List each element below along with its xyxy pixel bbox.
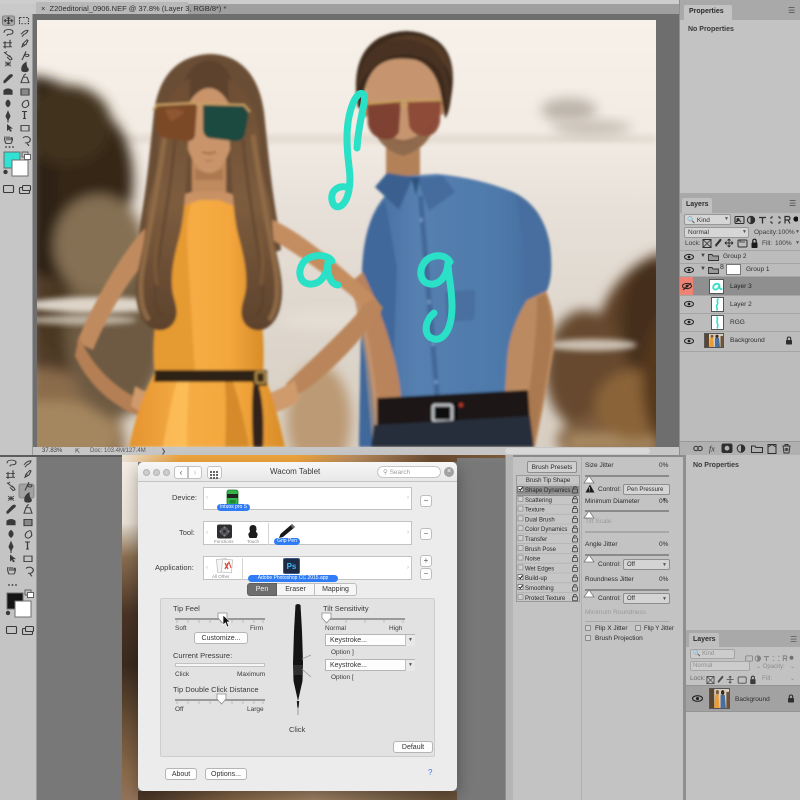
svg-text:Wet Edges: Wet Edges bbox=[525, 566, 554, 572]
svg-text:Noise: Noise bbox=[525, 557, 541, 563]
svg-text:Color Dynamics: Color Dynamics bbox=[525, 527, 567, 533]
svg-text:Transfer: Transfer bbox=[525, 537, 547, 543]
svg-text:Texture: Texture bbox=[525, 508, 545, 514]
svg-text:Shape Dynamics: Shape Dynamics bbox=[525, 488, 570, 494]
svg-text:Protect Texture: Protect Texture bbox=[525, 596, 566, 602]
svg-text:Build-up: Build-up bbox=[525, 576, 548, 582]
svg-text:fx: fx bbox=[709, 445, 715, 454]
svg-text:Brush Pose: Brush Pose bbox=[525, 547, 557, 553]
svg-text:Scattering: Scattering bbox=[525, 498, 552, 504]
svg-text:Dual Brush: Dual Brush bbox=[525, 517, 555, 523]
svg-text:Smoothing: Smoothing bbox=[525, 586, 554, 592]
